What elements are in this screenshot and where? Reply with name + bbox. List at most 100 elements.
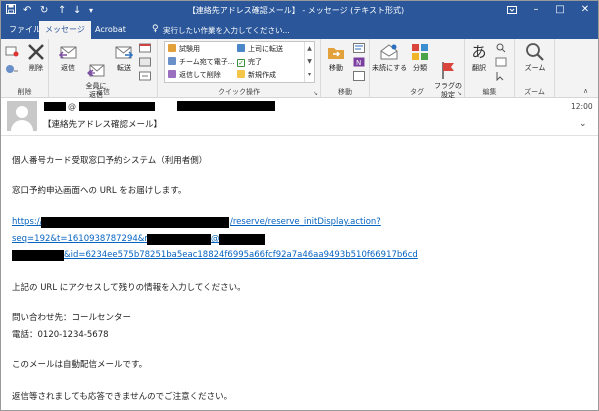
- categorize-icon: [410, 42, 430, 62]
- save-icon[interactable]: [6, 4, 16, 18]
- magnifier-icon: [525, 42, 545, 62]
- redacted-recipient[interactable]: [177, 101, 275, 111]
- outlook-message-window: ↶ ↻ ↑ ↓ ▾ 【連絡先アドレス確認メール】 - メッセージ (テキスト形式…: [0, 0, 599, 411]
- body-line-phone: 電話：0120-1234-5678: [12, 330, 109, 340]
- redacted-sender-name: [44, 102, 66, 111]
- received-time: 12:00: [571, 102, 593, 111]
- redacted-mail-user: [147, 234, 211, 245]
- quick-step-label: チーム宛て電子...: [179, 58, 235, 66]
- quick-step-done[interactable]: ✓ 完了: [237, 57, 262, 67]
- reply-label: 返信: [61, 64, 75, 72]
- tags-dialog-launcher-icon[interactable]: ↘: [457, 90, 462, 97]
- junk-icon[interactable]: [5, 63, 19, 78]
- ignore-icon[interactable]: [5, 45, 19, 60]
- customize-icon[interactable]: ▾: [89, 4, 93, 17]
- body-line-instructions: 上記の URL にアクセスして残りの情報を入力してください。: [12, 283, 246, 293]
- body-line-system: 個人番号カード受取窓口予約システム（利用者側）: [12, 156, 208, 166]
- tab-acrobat[interactable]: Acrobat: [89, 21, 132, 39]
- reply-button[interactable]: 返信: [55, 42, 81, 73]
- move-folder-icon: [326, 42, 346, 62]
- onenote-icon[interactable]: N: [353, 57, 365, 70]
- tell-me-search[interactable]: 実行したい作業を入力してください...: [163, 25, 290, 36]
- forward-button[interactable]: 転送: [111, 42, 137, 73]
- redo-icon[interactable]: ↻: [40, 4, 48, 17]
- reserve-link-path[interactable]: /reserve/reserve_initDisplay.action?: [230, 217, 381, 227]
- quick-step-new[interactable]: 新規作成: [237, 70, 276, 80]
- select-icon[interactable]: [495, 71, 507, 84]
- check-icon: ✓: [237, 59, 245, 67]
- unread-envelope-icon: [379, 42, 399, 62]
- related-icon[interactable]: [495, 57, 507, 70]
- zoom-group: ズーム ズーム: [515, 39, 555, 98]
- redacted-mail-domain: [219, 234, 265, 245]
- categorize-label: 分類: [413, 64, 427, 72]
- message-body: 個人番号カード受取窓口予約システム（利用者側） 窓口予約申込画面への URL を…: [1, 137, 598, 410]
- im-icon[interactable]: [139, 57, 151, 70]
- message-subject: 【連絡先アドレス確認メール】: [43, 120, 163, 130]
- redacted-domain: [41, 217, 229, 228]
- translate-icon: あ: [471, 43, 487, 61]
- minimize-icon[interactable]: –: [528, 2, 544, 18]
- quick-step-label: 上司に転送: [248, 45, 283, 53]
- body-line-noreply: 返信等されましても応答できませんのでご注意ください。: [12, 392, 233, 402]
- quick-step-team-email[interactable]: チーム宛て電子...: [168, 57, 234, 67]
- lightbulb-icon: ♀: [152, 24, 159, 34]
- body-line-intro: 窓口予約申込画面への URL をお届けします。: [12, 186, 187, 196]
- quick-step-to-manager[interactable]: 上司に転送: [237, 44, 283, 54]
- lightning-icon: [237, 70, 245, 78]
- respond-group-label: 返信: [96, 88, 110, 96]
- tags-group: 未読にする 分類 フラグの 設定 タグ ↘: [370, 39, 465, 99]
- window-title: 【連絡先アドレス確認メール】 - メッセージ (テキスト形式): [187, 6, 405, 15]
- delete-group: 削除 削除: [1, 39, 49, 98]
- respond-group: 返信 全員に 返信 転送 返信: [49, 39, 158, 99]
- categorize-button[interactable]: 分類: [408, 42, 432, 73]
- tags-group-label: タグ: [410, 88, 424, 96]
- avatar-head: [16, 106, 28, 118]
- undo-icon[interactable]: ↶: [23, 4, 31, 17]
- mark-unread-button[interactable]: 未読にする: [372, 42, 408, 73]
- unread-label: 未読にする: [372, 64, 408, 72]
- title-bar: ↶ ↻ ↑ ↓ ▾ 【連絡先アドレス確認メール】 - メッセージ (テキスト形式…: [1, 1, 598, 21]
- chevron-down-icon[interactable]: ⌄: [579, 119, 587, 129]
- mail-icon: [168, 57, 176, 65]
- reserve-link-id[interactable]: &id=6234ee575b78251ba5eac18824f6995a66fc…: [64, 250, 418, 260]
- delete-button[interactable]: 削除: [25, 42, 47, 73]
- quick-step-test[interactable]: 試験用: [168, 44, 200, 54]
- quick-steps-group: 試験用 チーム宛て電子... 返信して削除 上司に転送 ✓ 完了 新規作成 ▲ ▼ ▾…: [158, 39, 321, 98]
- move-label: 移動: [329, 64, 343, 72]
- zoom-button[interactable]: ズーム: [519, 42, 551, 73]
- zoom-label: ズーム: [524, 64, 546, 72]
- reply-delete-icon: [168, 70, 176, 78]
- rules-icon[interactable]: [353, 43, 365, 56]
- gallery-scroll[interactable]: ▲ ▼ ▾: [304, 42, 314, 82]
- forward-label: 転送: [117, 64, 131, 72]
- editing-group-label: 編集: [482, 88, 497, 96]
- redacted-mail-tail: [12, 250, 64, 261]
- actions-icon[interactable]: [353, 71, 365, 84]
- move-button[interactable]: 移動: [324, 42, 348, 73]
- collapse-ribbon-icon[interactable]: ∧: [583, 87, 588, 95]
- avatar: [7, 101, 37, 131]
- maximize-icon[interactable]: □: [552, 2, 568, 18]
- meeting-icon[interactable]: [139, 43, 151, 56]
- body-line-auto: このメールは自動配信メールです。: [12, 360, 148, 370]
- body-line-contact: 問い合わせ先：コールセンター: [12, 313, 132, 323]
- down-icon[interactable]: ↓: [73, 4, 81, 17]
- more-respond-icon[interactable]: [139, 71, 151, 84]
- dialog-launcher-icon[interactable]: ↘: [313, 90, 318, 97]
- restore-ribbon-icon[interactable]: [504, 2, 520, 18]
- link-prefix: https://: [12, 217, 43, 227]
- folder-icon: [168, 44, 176, 52]
- close-icon[interactable]: ✕: [577, 2, 593, 18]
- avatar-body: [11, 120, 33, 131]
- quick-step-reply-delete[interactable]: 返信して削除: [168, 70, 221, 80]
- redacted-sender-domain[interactable]: [79, 102, 155, 111]
- delete-label: 削除: [29, 64, 43, 72]
- reserve-link-line1[interactable]: https://: [12, 217, 42, 227]
- translate-button[interactable]: あ 翻訳: [467, 42, 491, 73]
- find-icon[interactable]: [495, 43, 507, 56]
- tab-message[interactable]: メッセージ: [39, 21, 91, 39]
- editing-group: あ 翻訳 編集: [465, 39, 515, 98]
- up-icon[interactable]: ↑: [58, 4, 66, 17]
- quick-steps-label: クイック操作: [218, 88, 260, 96]
